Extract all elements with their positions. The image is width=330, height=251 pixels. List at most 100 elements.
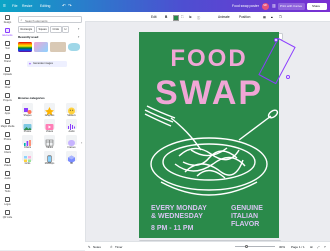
category-graphics-label: Graphics [44, 114, 55, 117]
rail-item-projects[interactable]: Projects [0, 93, 15, 102]
rail-item-audio[interactable]: Audio [0, 171, 15, 180]
poster-schedule-line1: EVERY MONDAY [151, 205, 207, 212]
page-indicator[interactable]: Page 1 / 1 [291, 245, 305, 249]
timer-icon[interactable]: ⏱ [110, 245, 112, 249]
elements-icon [5, 28, 10, 33]
poster-time: 8 PM - 11 PM [151, 225, 194, 232]
chevron-right-icon[interactable]: › [78, 26, 79, 31]
category-videos-label: Videos [45, 130, 54, 133]
upload-icon [5, 67, 10, 72]
help-icon[interactable]: ? [324, 245, 326, 249]
notes-icon[interactable]: ✎ [88, 245, 91, 249]
hamburger-icon[interactable]: ≡ [3, 3, 6, 9]
timer-button[interactable]: Timer [115, 245, 123, 249]
audio-icon [5, 171, 10, 176]
design-title[interactable]: Food swap poster [232, 4, 259, 8]
photo-icon [5, 132, 10, 137]
crop-icon[interactable]: ⛶ [181, 15, 183, 19]
animate-button[interactable]: Animate [218, 15, 230, 19]
chart-icon [5, 145, 10, 150]
rail-item-design[interactable]: Design [0, 15, 15, 24]
zoom-slider[interactable] [235, 246, 275, 247]
rail-item-uploads[interactable]: Uploads [0, 67, 15, 76]
magic-media-icon [5, 119, 10, 124]
resize-handle[interactable] [274, 38, 278, 42]
chevron-right-icon[interactable]: › [78, 34, 79, 39]
category-shapes[interactable] [22, 103, 33, 114]
poster-title-food: FOOD [170, 45, 247, 72]
edit-button[interactable]: Edit [151, 15, 157, 19]
fullscreen-icon[interactable]: ⤢ [317, 245, 319, 249]
draw-icon [5, 80, 10, 85]
category-stickers[interactable] [66, 103, 77, 115]
category-tables[interactable] [44, 135, 55, 147]
filter-chip-circle[interactable]: Circle [50, 26, 62, 33]
top-bar: ≡ File Resize Editing ↶ ↷ Food swap post… [0, 0, 330, 12]
rail-item-photos[interactable]: Photos [0, 132, 15, 141]
elements-panel: ⌕ Search elements Rectangle Square Circl… [15, 12, 86, 250]
poster-artwork: FOOD SWAP EVERY MONDAY & WEDNESDAY 8 PM … [144, 45, 279, 232]
filter-chip-square[interactable]: Square [36, 26, 50, 33]
category-photos[interactable] [22, 119, 33, 130]
resize-menu[interactable]: Resize [22, 4, 32, 8]
filter-chip-h[interactable]: H [62, 26, 69, 33]
spoon-illustration [238, 109, 279, 141]
recent-pride-flag[interactable] [18, 42, 32, 52]
category-3d[interactable] [66, 151, 77, 163]
print-with-canva-button[interactable]: Print with Canva [278, 2, 305, 10]
lock-icon[interactable]: 🔒︎ [271, 15, 273, 19]
recent-image-mountains[interactable] [50, 42, 66, 52]
file-menu[interactable]: File [12, 4, 17, 8]
rail-item-charts[interactable]: Charts [0, 145, 15, 154]
category-videos[interactable] [44, 119, 55, 130]
rotate-handle[interactable] [286, 75, 290, 79]
rail-item-videos[interactable]: Videos [0, 158, 15, 167]
duplicate-icon[interactable]: ❐ [279, 15, 282, 19]
poster-tag-line3: FLAVOR [231, 221, 259, 228]
search-input[interactable]: ⌕ Search elements [18, 16, 82, 23]
flip-icon[interactable]: ⇋ [189, 15, 192, 19]
color-swatch[interactable] [173, 14, 179, 21]
rail-item-apps[interactable]: Apps [0, 106, 15, 115]
category-frames[interactable] [66, 135, 77, 146]
redo-icon[interactable]: ↷ [68, 3, 72, 9]
category-grids[interactable] [22, 151, 33, 162]
avatar[interactable]: SR [262, 2, 269, 10]
notes-button[interactable]: Notes [93, 245, 101, 249]
undo-icon[interactable]: ↶ [62, 3, 66, 9]
rail-item-tools[interactable]: Tools [0, 184, 15, 193]
bold-icon[interactable]: B [165, 15, 167, 19]
poster-schedule-line2: & WEDNESDAY [151, 213, 203, 220]
collapse-panel-icon[interactable]: ‹ [81, 140, 82, 145]
filter-chip-rectangle[interactable]: Rectangle [18, 26, 35, 33]
category-audio[interactable] [66, 119, 77, 130]
rail-item-magic-media[interactable]: Magic Media [0, 119, 15, 128]
rail-item-elements[interactable]: Elements [0, 28, 15, 37]
rail-item-logos[interactable]: Logos [0, 197, 15, 206]
category-shapes-label: Shapes [23, 114, 32, 117]
poster-canvas[interactable]: FOOD SWAP EVERY MONDAY & WEDNESDAY 8 PM … [139, 32, 279, 238]
recent-graphic-blob[interactable] [68, 43, 80, 51]
category-mockups[interactable] [44, 151, 55, 163]
analytics-icon[interactable]: ▥ [272, 3, 276, 8]
generate-images-button[interactable]: ✦ Generate images [27, 61, 67, 67]
context-toolbar: Edit B ⛶ ⇋ ⓘ Animate Position ▦ 🔒︎ ❐ [85, 12, 330, 22]
rail-item-text[interactable]: Text [0, 41, 15, 50]
category-charts[interactable] [22, 135, 33, 146]
rail-item-draw[interactable]: Draw [0, 80, 15, 89]
transparency-icon[interactable]: ▦ [263, 15, 266, 19]
zoom-slider-knob[interactable] [245, 244, 248, 248]
bowl-illustration [150, 137, 268, 196]
position-button[interactable]: Position [239, 15, 250, 19]
editing-mode-button[interactable]: Editing [40, 4, 50, 8]
recent-gradient-sample[interactable] [34, 42, 48, 52]
logo-icon [5, 197, 10, 202]
rail-item-brand[interactable]: Brand [0, 54, 15, 63]
category-graphics[interactable] [44, 103, 55, 116]
grid-view-icon[interactable]: ⊞ [310, 245, 313, 249]
projects-icon [5, 93, 10, 98]
rail-item-qr-code[interactable]: QR code [0, 210, 15, 219]
info-icon[interactable]: ⓘ [197, 15, 200, 20]
zoom-level[interactable]: 30% [279, 245, 285, 249]
share-button[interactable]: Share [307, 2, 327, 10]
